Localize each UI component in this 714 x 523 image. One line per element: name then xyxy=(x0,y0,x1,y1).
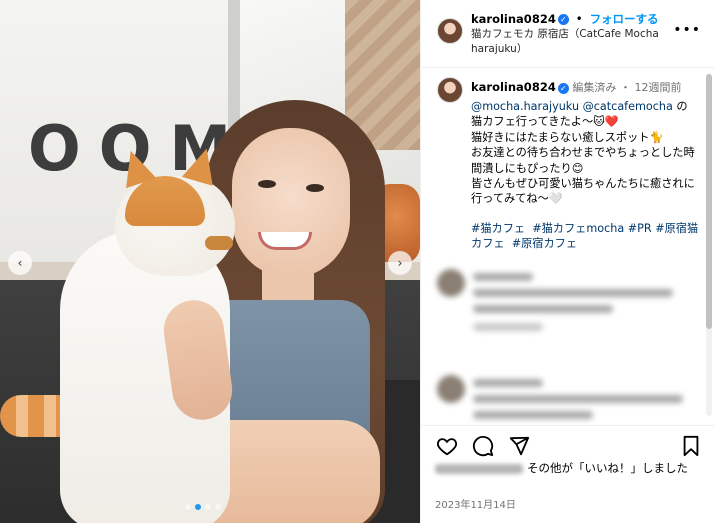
photo-woman-eye-right xyxy=(306,184,324,192)
post-header: karolina0824 ✓ • フォローする 猫カフェモカ 原宿店（CatCaf… xyxy=(421,0,714,68)
post-photo[interactable]: OOM ‹ › xyxy=(0,0,420,523)
verified-badge-icon: ✓ xyxy=(557,82,569,94)
comment-line xyxy=(473,323,543,331)
mention-link[interactable]: @mocha.harajyuku xyxy=(471,100,579,113)
comment-line xyxy=(473,273,533,281)
author-username[interactable]: karolina0824 xyxy=(471,12,556,26)
comment-avatar xyxy=(437,269,465,297)
likes-text: その他が「いいね！」しました xyxy=(527,461,688,475)
carousel-indicator xyxy=(185,504,221,510)
caption-time[interactable]: 12週間前 xyxy=(635,81,682,94)
share-icon[interactable] xyxy=(507,434,531,458)
comment-line xyxy=(473,305,613,313)
carousel-dot xyxy=(215,504,221,510)
hashtag-link[interactable]: #PR xyxy=(628,222,652,235)
mention-link[interactable]: @catcafemocha xyxy=(583,100,673,113)
caption-edited: 編集済み xyxy=(572,81,617,94)
comment-line xyxy=(473,379,543,387)
chevron-left-icon: ‹ xyxy=(17,256,23,270)
caption-line-5: 皆さんもぜひ可愛い猫ちゃんたちに癒されに行ってみてね〜🤍 xyxy=(471,177,695,206)
likes-summary[interactable]: その他が「いいね！」しました xyxy=(435,460,688,476)
comment-line xyxy=(473,395,683,403)
carousel-next-button[interactable]: › xyxy=(388,251,412,275)
carousel-dot xyxy=(185,504,191,510)
header-separator: • xyxy=(575,12,583,26)
author-info: karolina0824 ✓ • フォローする 猫カフェモカ 原宿店（CatCaf… xyxy=(471,11,691,57)
caption-line-1-suffix: の xyxy=(672,100,688,113)
caption-dot: ・ xyxy=(619,81,631,94)
author-avatar[interactable] xyxy=(437,18,463,44)
comments-scroll-area[interactable]: karolina0824 ✓ 編集済み ・ 12週間前 @mocha.harajy… xyxy=(421,69,714,424)
comment-item-blurred xyxy=(437,375,702,424)
hashtag-link[interactable]: #原宿カフェ xyxy=(512,237,577,250)
scrollbar-thumb[interactable] xyxy=(706,74,712,329)
bookmark-icon[interactable] xyxy=(679,434,703,458)
carousel-dot xyxy=(195,504,201,510)
photo-cat-treat xyxy=(205,236,233,250)
post-location[interactable]: 猫カフェモカ 原宿店（CatCafe Mocha harajuku） xyxy=(471,27,691,57)
caption-username[interactable]: karolina0824 xyxy=(471,80,556,94)
carousel-prev-button[interactable]: ‹ xyxy=(8,251,32,275)
post-actions: その他が「いいね！」しました 2023年11月14日 xyxy=(421,425,714,523)
comment-item-blurred xyxy=(437,269,702,339)
caption-text: @mocha.harajyuku @catcafemocha の 猫カフェ行って… xyxy=(471,99,703,252)
comment-line xyxy=(473,289,673,297)
photo-woman-eye-left xyxy=(258,180,276,188)
chevron-right-icon: › xyxy=(397,256,403,270)
comments-scrollbar[interactable] xyxy=(706,74,712,416)
carousel-dot xyxy=(205,504,211,510)
photo-woman-face xyxy=(232,128,350,278)
verified-badge-icon: ✓ xyxy=(557,14,569,25)
caption-header: karolina0824 ✓ 編集済み ・ 12週間前 xyxy=(471,79,682,95)
comment-icon[interactable] xyxy=(471,434,495,458)
hashtag-link[interactable]: #猫カフェmocha xyxy=(532,222,624,235)
post-side-panel: karolina0824 ✓ • フォローする 猫カフェモカ 原宿店（CatCaf… xyxy=(420,0,714,523)
comment-line xyxy=(473,411,593,419)
caption-line-4: お友達との待ち合わせまでやちょっとした時間潰しにもぴったり😊 xyxy=(471,146,695,175)
post-date[interactable]: 2023年11月14日 xyxy=(435,496,516,511)
caption-line-2: 猫カフェ行ってきたよ〜🐱❤️ xyxy=(471,115,619,129)
more-horizontal-icon[interactable]: ••• xyxy=(673,22,701,38)
comment-avatar xyxy=(437,375,465,403)
liked-by-blurred xyxy=(435,463,523,474)
heart-icon[interactable] xyxy=(435,434,459,458)
follow-button[interactable]: フォローする xyxy=(590,12,659,26)
caption-line-3: 猫好きにはたまらない癒しスポット🐈 xyxy=(471,130,664,144)
hashtag-link[interactable]: #猫カフェ xyxy=(471,222,525,235)
caption-avatar[interactable] xyxy=(437,77,463,103)
